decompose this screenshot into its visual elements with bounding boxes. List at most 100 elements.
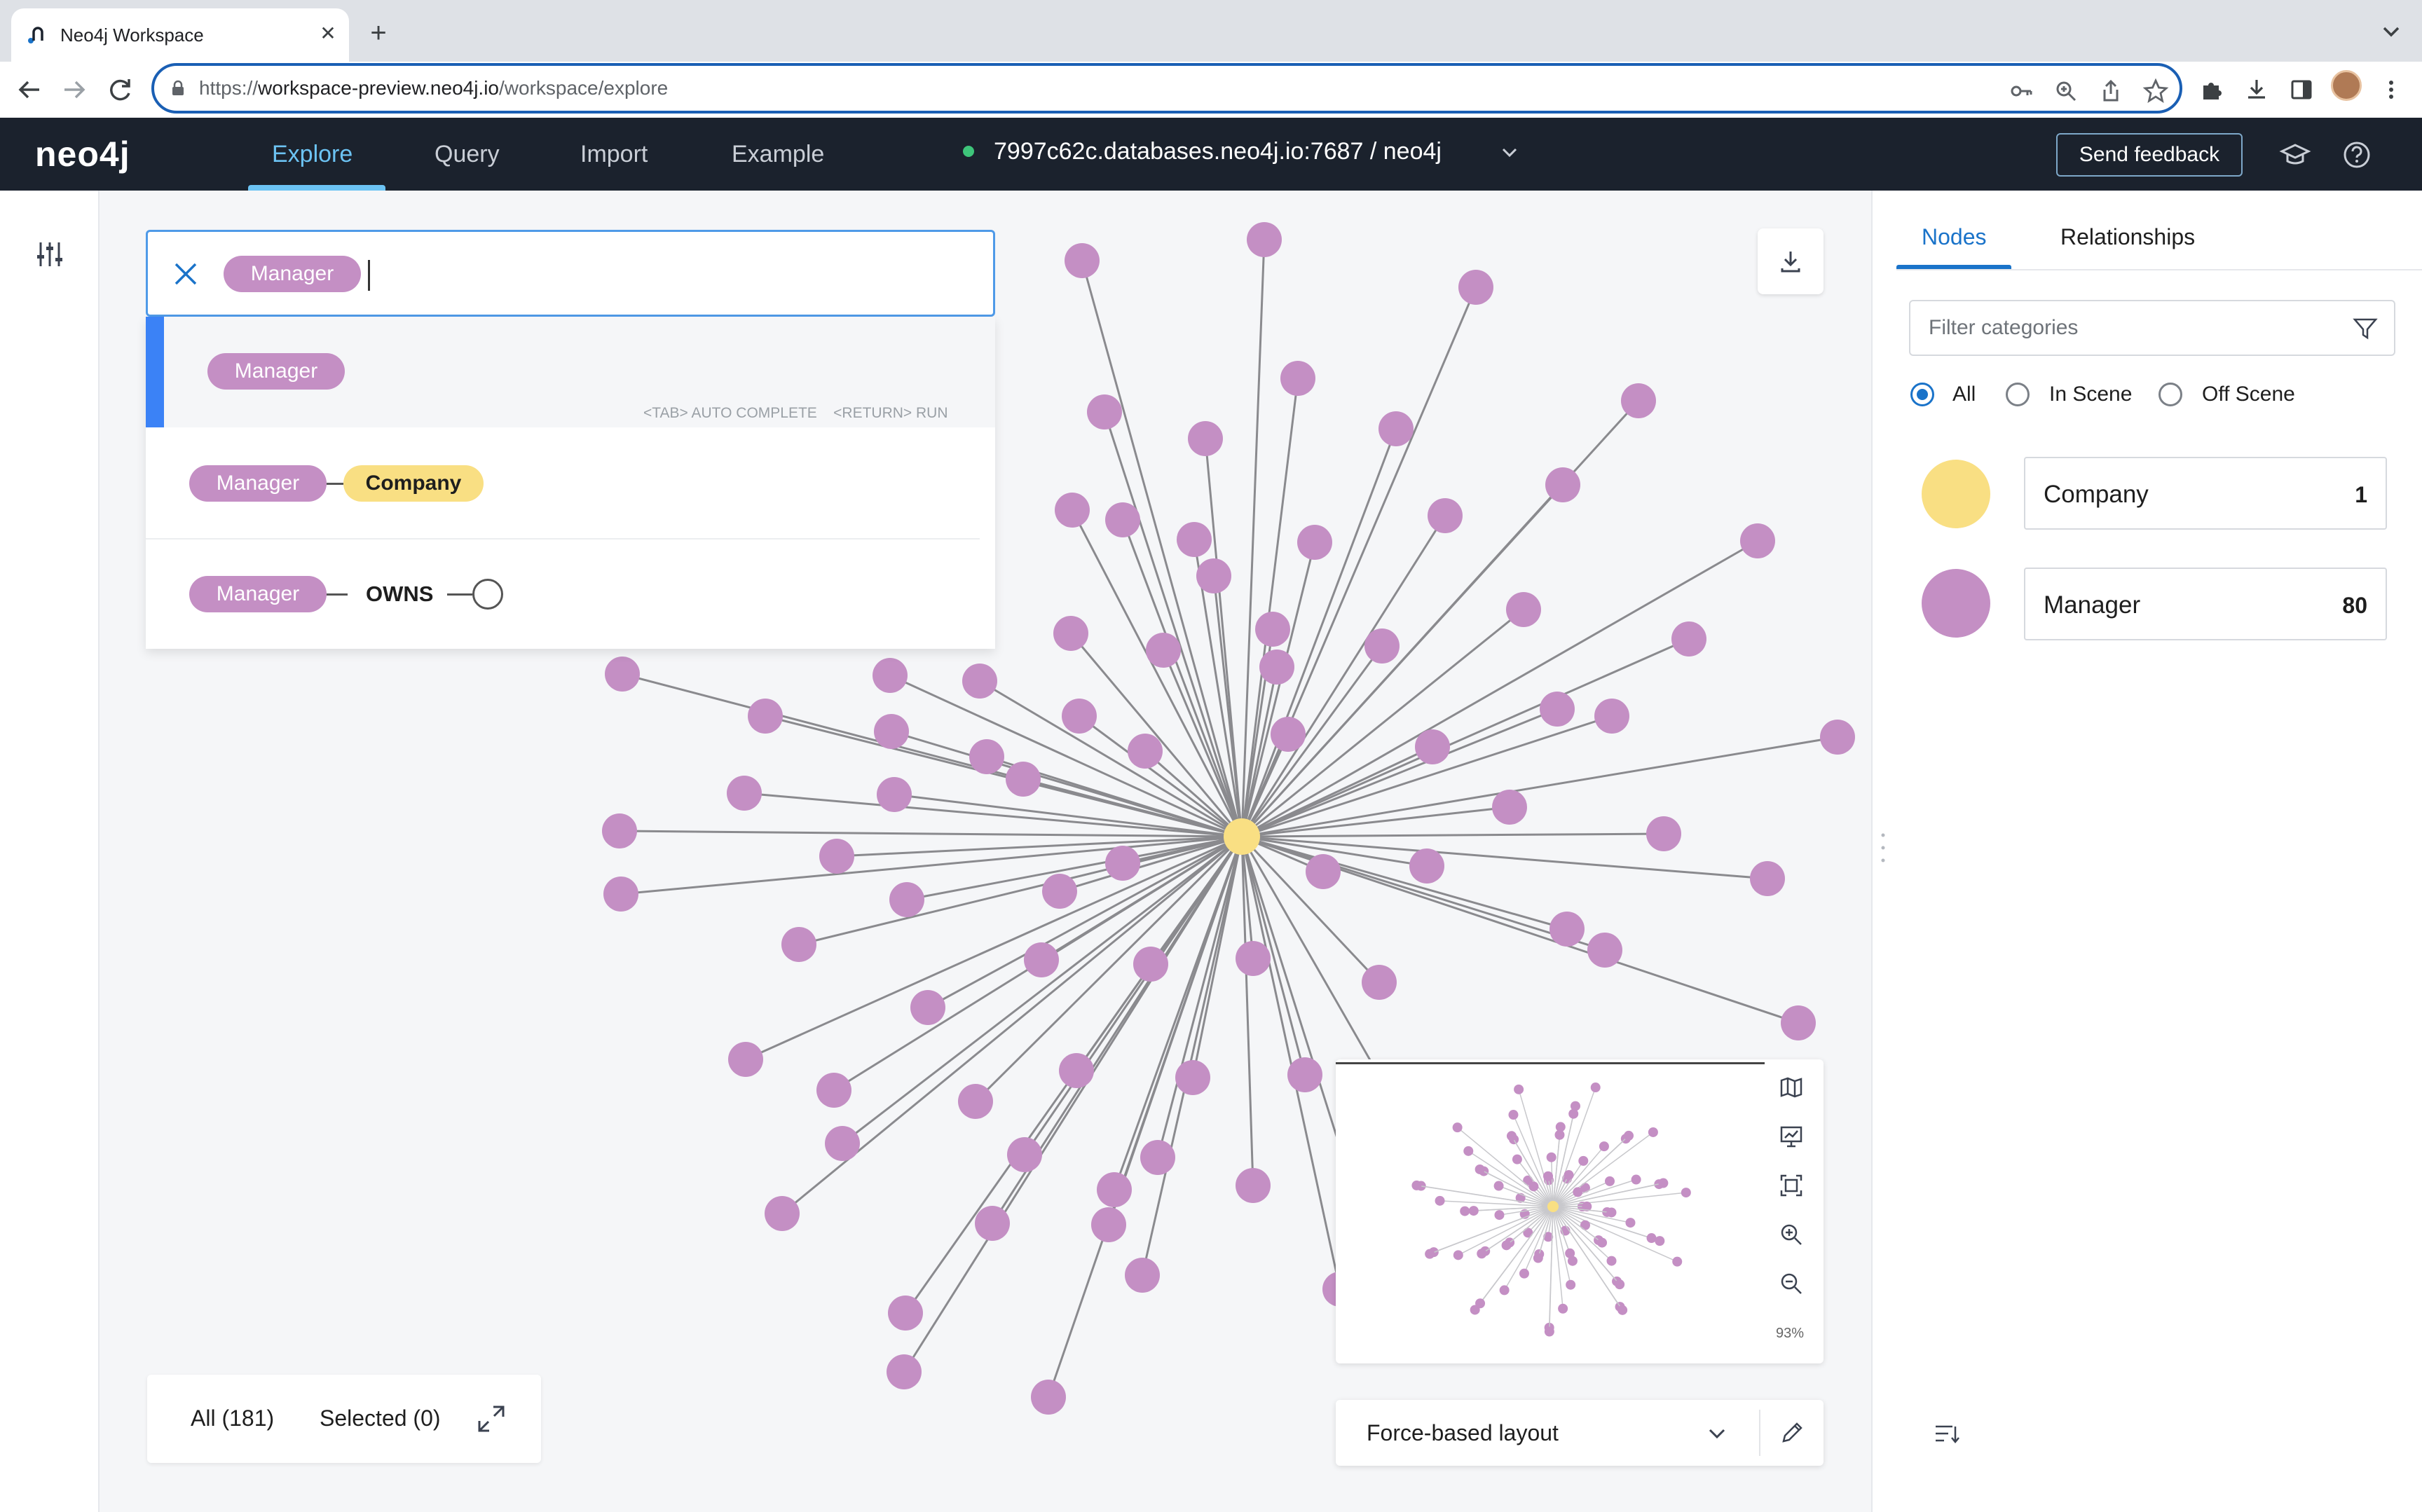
manager-node[interactable] [1492, 790, 1527, 825]
search-chip-manager[interactable]: Manager [224, 256, 361, 292]
neo4j-logo[interactable]: neo4j [35, 135, 130, 174]
manager-node[interactable] [602, 813, 637, 848]
manager-node[interactable] [1750, 861, 1785, 896]
manager-node[interactable] [969, 739, 1004, 774]
nav-tab-example[interactable]: Example [732, 137, 824, 171]
manager-node[interactable] [1587, 933, 1622, 968]
manager-node[interactable] [1549, 912, 1585, 947]
manager-node[interactable] [1671, 621, 1706, 657]
fit-to-screen-icon[interactable] [1777, 1171, 1805, 1200]
expand-icon[interactable] [474, 1401, 509, 1436]
manager-node[interactable] [1105, 846, 1140, 881]
manager-node[interactable] [603, 877, 638, 912]
company-color-swatch[interactable] [1922, 460, 1990, 528]
manager-node[interactable] [1306, 854, 1341, 889]
manager-node[interactable] [816, 1073, 851, 1108]
forward-arrow-icon[interactable] [56, 71, 93, 108]
manager-node[interactable] [1059, 1053, 1094, 1088]
address-bar[interactable]: https://workspace-preview.neo4j.io/works… [151, 63, 2182, 114]
manager-node[interactable] [605, 657, 640, 692]
manager-node[interactable] [887, 1354, 922, 1389]
manager-node[interactable] [1820, 720, 1855, 755]
new-tab-button[interactable]: + [359, 14, 398, 53]
radio-off-scene[interactable] [2158, 383, 2182, 406]
zoom-icon[interactable] [2052, 77, 2080, 105]
side-panel-icon[interactable] [2287, 76, 2315, 104]
manager-node[interactable] [877, 777, 912, 812]
bookmark-star-icon[interactable] [2142, 77, 2170, 105]
manager-node[interactable] [874, 714, 909, 749]
sort-icon[interactable] [1931, 1418, 1962, 1449]
category-manager[interactable]: Manager 80 [2024, 568, 2387, 640]
manager-node[interactable] [1781, 1005, 1816, 1040]
manager-node[interactable] [1271, 717, 1306, 752]
export-download-button[interactable] [1758, 228, 1824, 294]
zoom-in-icon[interactable] [1777, 1221, 1805, 1249]
radio-in-scene[interactable] [2006, 383, 2030, 406]
manager-node[interactable] [1540, 692, 1575, 727]
manager-node[interactable] [1007, 1137, 1042, 1172]
zoom-out-icon[interactable] [1777, 1270, 1805, 1298]
nav-tab-explore[interactable]: Explore [272, 137, 353, 171]
search-bar[interactable]: Manager [146, 230, 995, 317]
manager-node[interactable] [1091, 1207, 1126, 1242]
manager-node[interactable] [1128, 734, 1163, 769]
manager-node[interactable] [825, 1126, 860, 1161]
manager-node[interactable] [819, 839, 854, 874]
download-icon[interactable] [2243, 76, 2271, 104]
manager-node[interactable] [1188, 421, 1223, 456]
suggestion-manager[interactable]: Manager <TAB> AUTO COMPLETE <RETURN> RUN [146, 317, 995, 427]
reload-icon[interactable] [102, 71, 139, 108]
manager-node[interactable] [1125, 1258, 1160, 1293]
manager-node[interactable] [1196, 558, 1231, 593]
manager-node[interactable] [1140, 1140, 1175, 1175]
manager-node[interactable] [1055, 493, 1090, 528]
funnel-filter-icon[interactable] [2351, 314, 2380, 343]
tab-nodes[interactable]: Nodes [1922, 220, 1987, 254]
manager-node[interactable] [1458, 270, 1493, 305]
tab-search-chevron-icon[interactable] [2374, 15, 2408, 49]
manager-node[interactable] [1053, 616, 1088, 651]
manager-node[interactable] [1024, 942, 1059, 977]
browser-tab[interactable]: Neo4j Workspace ✕ [11, 8, 349, 62]
manager-node[interactable] [1097, 1172, 1132, 1207]
manager-node[interactable] [1362, 965, 1397, 1000]
more-menu-icon[interactable] [2377, 76, 2405, 104]
manager-node[interactable] [1409, 848, 1444, 884]
manager-node[interactable] [1545, 467, 1580, 502]
manager-node[interactable] [728, 1042, 763, 1077]
manager-node[interactable] [1287, 1057, 1322, 1092]
manager-node[interactable] [1646, 816, 1681, 851]
company-node[interactable] [1224, 818, 1260, 855]
filter-categories-field[interactable] [1909, 300, 2395, 356]
graduation-cap-icon[interactable] [2279, 139, 2311, 171]
manager-node[interactable] [873, 658, 908, 693]
manager-node[interactable] [1065, 243, 1100, 278]
manager-node[interactable] [1006, 762, 1041, 797]
database-connection[interactable]: 7997c62c.databases.neo4j.io:7687 / neo4j [994, 136, 1442, 167]
tab-relationships[interactable]: Relationships [2060, 220, 2195, 254]
back-arrow-icon[interactable] [11, 71, 48, 108]
minimap[interactable] [1336, 1059, 1765, 1363]
manager-node[interactable] [1031, 1380, 1066, 1415]
radio-all[interactable] [1910, 383, 1934, 406]
manager-node[interactable] [1297, 525, 1332, 560]
manager-node[interactable] [889, 882, 924, 917]
manager-node[interactable] [765, 1196, 800, 1231]
manager-node[interactable] [1428, 498, 1463, 533]
nav-tab-query[interactable]: Query [435, 137, 500, 171]
manager-node[interactable] [1062, 699, 1097, 734]
close-tab-icon[interactable]: ✕ [313, 18, 343, 49]
manager-node[interactable] [1255, 612, 1290, 647]
manager-node[interactable] [1133, 947, 1168, 982]
pencil-edit-icon[interactable] [1777, 1418, 1807, 1448]
manager-node[interactable] [1105, 502, 1140, 537]
profile-avatar[interactable] [2331, 70, 2362, 101]
panel-resize-handle[interactable] [1881, 831, 1885, 865]
manager-node[interactable] [1378, 411, 1414, 446]
manager-node[interactable] [1740, 523, 1775, 558]
manager-node[interactable] [1247, 222, 1282, 257]
chevron-down-icon[interactable] [1703, 1420, 1731, 1448]
manager-node[interactable] [975, 1206, 1010, 1241]
close-icon[interactable] [169, 257, 203, 291]
